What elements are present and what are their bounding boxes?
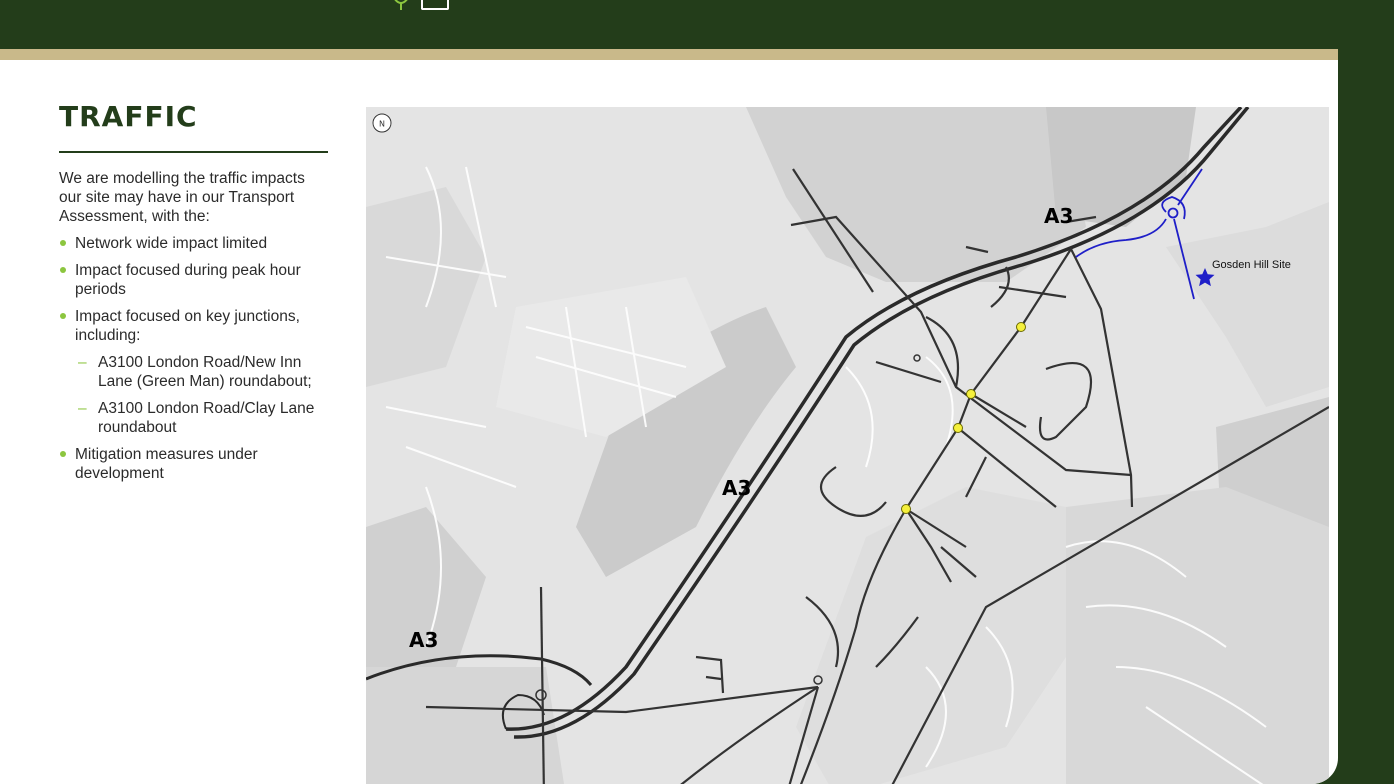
north-marker-label: N	[379, 120, 385, 129]
bullet-list: Network wide impact limited Impact focus…	[59, 234, 334, 491]
title-divider	[59, 151, 328, 153]
site-label: Gosden Hill Site	[1212, 259, 1291, 271]
junction-marker	[953, 423, 963, 433]
intro-text: We are modelling the traffic impacts our…	[59, 170, 305, 225]
bullet-item: Mitigation measures under development	[59, 445, 334, 483]
junction-marker	[901, 504, 911, 514]
sub-bullet-item: A3100 London Road/New Inn Lane (Green Ma…	[75, 353, 334, 391]
content-panel: TRAFFIC We are modelling the traffic imp…	[0, 60, 1338, 784]
traffic-map: N A3 A3 A3 Gosden Hill Site	[366, 107, 1329, 784]
junction-marker	[1016, 322, 1026, 332]
frame-icon	[421, 0, 449, 10]
sub-bullet-list: A3100 London Road/New Inn Lane (Green Ma…	[75, 353, 334, 437]
bullet-text: Impact focused on key junctions, includi…	[75, 308, 300, 344]
bullet-item: Impact focused during peak hour periods	[59, 261, 334, 299]
road-label-a3: A3	[722, 476, 751, 500]
accent-strip	[0, 49, 1338, 60]
leaf-icon	[394, 0, 408, 10]
road-label-a3: A3	[409, 628, 438, 652]
road-label-a3: A3	[1044, 204, 1073, 228]
bullet-item: Network wide impact limited	[59, 234, 334, 253]
sub-bullet-item: A3100 London Road/Clay Lane roundabout	[75, 399, 334, 437]
header-bar	[0, 0, 1394, 49]
page-title: TRAFFIC	[59, 100, 198, 133]
junction-marker	[966, 389, 976, 399]
bullet-item: Impact focused on key junctions, includi…	[59, 307, 334, 437]
urban-area	[1066, 487, 1329, 784]
